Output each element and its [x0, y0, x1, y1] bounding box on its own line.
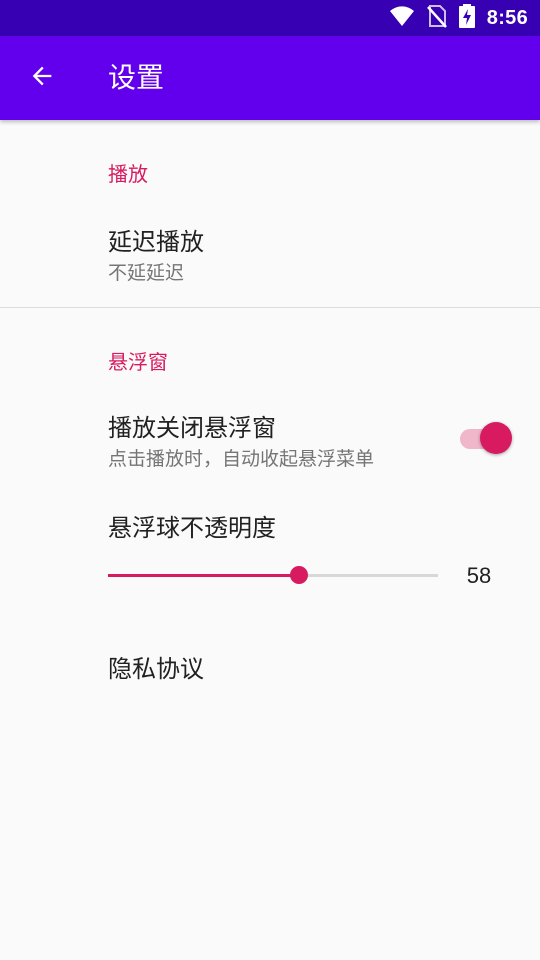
- settings-list: 播放 延迟播放 不延延迟 悬浮窗 播放关闭悬浮窗 点击播放时，自动收起悬浮菜单 …: [0, 120, 540, 960]
- opacity-slider[interactable]: [108, 560, 438, 590]
- slider-fill: [108, 574, 299, 577]
- pref-close-on-play[interactable]: 播放关闭悬浮窗 点击播放时，自动收起悬浮菜单: [0, 396, 540, 480]
- category-playback-title: 播放: [108, 162, 148, 186]
- close-on-play-switch[interactable]: [460, 420, 512, 456]
- opacity-value: 58: [466, 563, 492, 588]
- status-time: 8:56: [486, 6, 528, 29]
- pref-privacy-policy[interactable]: 隐私协议: [0, 636, 540, 696]
- pref-delay-playback-title: 延迟播放: [108, 228, 204, 256]
- category-floating-title: 悬浮窗: [108, 350, 168, 374]
- arrow-back-icon: [28, 62, 56, 94]
- wifi-icon: [389, 5, 415, 31]
- pref-delay-playback[interactable]: 延迟播放 不延延迟: [0, 210, 540, 296]
- app-bar: 设置: [0, 36, 540, 120]
- status-icons: 8:56: [389, 0, 528, 36]
- pref-opacity-title: 悬浮球不透明度: [108, 514, 276, 542]
- battery-charging-icon: [458, 4, 475, 32]
- status-bar: 8:56: [0, 0, 540, 36]
- page-title: 设置: [108, 61, 165, 94]
- pref-close-on-play-title: 播放关闭悬浮窗: [108, 414, 276, 442]
- pref-close-on-play-summary: 点击播放时，自动收起悬浮菜单: [108, 448, 375, 470]
- back-button[interactable]: [18, 54, 66, 102]
- section-divider: [0, 307, 540, 308]
- pref-privacy-policy-title: 隐私协议: [108, 655, 204, 683]
- slider-thumb[interactable]: [290, 566, 308, 584]
- no-sim-icon: [426, 4, 447, 32]
- switch-thumb: [480, 422, 512, 454]
- pref-delay-playback-summary: 不延延迟: [108, 262, 185, 284]
